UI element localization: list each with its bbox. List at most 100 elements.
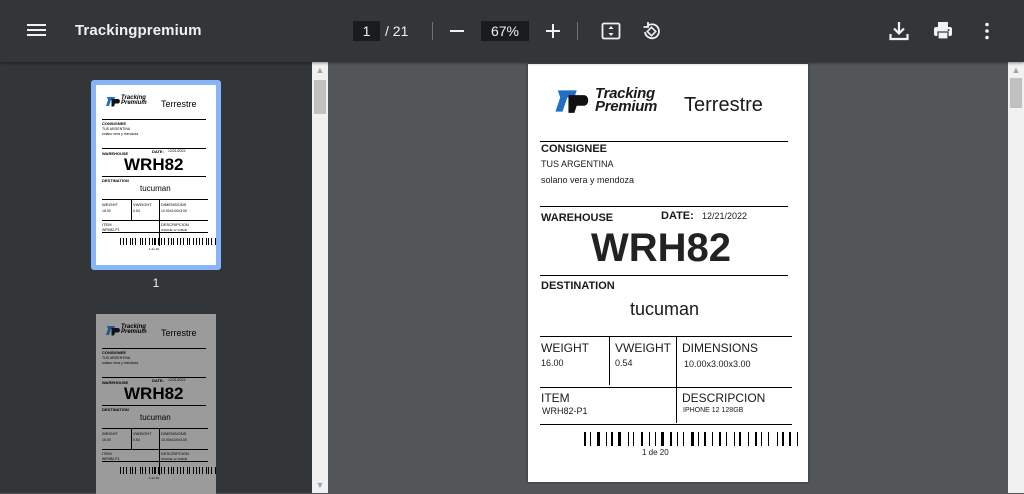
- vweight-label: VWEIGHT: [615, 341, 671, 355]
- barcode-bar: [137, 467, 138, 474]
- barcode-bar: [777, 432, 778, 446]
- date-value: 12/21/2022: [168, 378, 186, 382]
- thumbnail-page-2[interactable]: TrackingPremium Terrestre CONSIGNEE TUS …: [96, 314, 216, 494]
- barcode-bar: [126, 467, 127, 474]
- barcode-bar: [641, 432, 643, 446]
- barcode-bar: [135, 238, 136, 245]
- barcode-bar: [779, 432, 780, 446]
- barcode-bar: [681, 432, 682, 446]
- divider: [540, 206, 788, 207]
- scroll-down-icon[interactable]: ▼: [312, 477, 328, 493]
- thumbnail-page-1[interactable]: TrackingPremium Terrestre CONSIGNEE TUS …: [96, 85, 216, 265]
- page-number-input[interactable]: 1: [353, 21, 380, 41]
- barcode-bar: [137, 238, 138, 245]
- weight-value: 16.00: [102, 438, 111, 442]
- barcode-bar: [698, 432, 699, 446]
- barcode-bar: [645, 432, 646, 446]
- barcode-bar: [661, 432, 664, 446]
- divider: [102, 461, 208, 462]
- barcode-bar: [797, 432, 798, 446]
- rotate-icon[interactable]: [639, 19, 663, 43]
- dimensions-value: 10.00x3.00x3.00: [161, 209, 187, 213]
- zoom-in-icon[interactable]: [541, 19, 565, 43]
- barcode-bar: [702, 432, 703, 446]
- barcode-bar: [132, 467, 133, 474]
- divider: [102, 119, 206, 120]
- barcode-bar: [618, 432, 621, 446]
- barcode-bar: [590, 432, 591, 446]
- sidebar-scrollbar[interactable]: ▲ ▼: [312, 62, 328, 493]
- barcode-bar: [145, 238, 146, 245]
- barcode-bar: [793, 432, 794, 446]
- barcode-bar: [165, 467, 166, 474]
- barcode-bar: [666, 432, 667, 446]
- warehouse-number: WRH82: [124, 155, 184, 175]
- divider: [540, 387, 792, 388]
- barcode-bar: [691, 432, 694, 446]
- document-title: Trackingpremium: [75, 22, 202, 39]
- item-label: ITEM: [541, 391, 570, 405]
- barcode-bar: [771, 432, 774, 446]
- zoom-level-input[interactable]: 67%: [481, 21, 529, 41]
- barcode-bar: [649, 432, 650, 446]
- scrollbar-thumb[interactable]: [314, 80, 326, 114]
- destination-value: tucuman: [140, 184, 171, 193]
- piece-count: 1 de 20: [149, 476, 159, 480]
- dimensions-label: DIMENSIONS: [682, 341, 758, 355]
- barcode-bar: [616, 432, 617, 446]
- barcode-bar: [173, 467, 174, 474]
- barcode-bar: [659, 432, 660, 446]
- barcode-bar: [594, 432, 596, 446]
- barcode-bar: [704, 432, 706, 446]
- barcode-bar: [160, 467, 161, 474]
- weight-label: WEIGHT: [102, 431, 118, 436]
- consignee-name: TUS ARGENTINA: [102, 356, 130, 360]
- scroll-up-icon[interactable]: ▲: [312, 62, 328, 78]
- barcode-bar: [637, 432, 640, 446]
- fit-page-icon[interactable]: [599, 19, 623, 43]
- description-value: IPHONE 12 128GB: [683, 407, 743, 414]
- barcode-bar: [673, 432, 675, 446]
- scrollbar-thumb[interactable]: [1010, 78, 1022, 108]
- barcode-bar: [180, 238, 181, 245]
- barcode-bar: [744, 432, 747, 446]
- destination-value: tucuman: [630, 299, 699, 320]
- logo-icon: [106, 325, 120, 336]
- zoom-out-icon[interactable]: [445, 19, 469, 43]
- item-label: ITEM: [102, 451, 112, 456]
- divider: [102, 220, 208, 221]
- warehouse-label: WAREHOUSE: [541, 212, 613, 224]
- barcode-bar: [633, 432, 634, 446]
- barcode-bar: [178, 238, 179, 245]
- barcode-bar: [714, 432, 717, 446]
- description-label: DESCRIPCION: [161, 451, 189, 456]
- dimensions-label: DIMENSIONS: [161, 431, 186, 436]
- vweight-label: VWEIGHT: [133, 431, 152, 436]
- print-icon[interactable]: [931, 19, 955, 43]
- barcode-bar: [602, 432, 603, 446]
- menu-icon[interactable]: [26, 21, 48, 39]
- service-type: Terrestre: [684, 94, 763, 117]
- barcode-bar: [606, 432, 607, 446]
- barcode-bar: [211, 467, 212, 474]
- logo-icon: [552, 88, 592, 114]
- divider: [131, 199, 132, 220]
- weight-value: 16.00: [541, 358, 564, 368]
- consignee-label: CONSIGNEE: [102, 121, 126, 126]
- consignee-address: solano vera y mendoza: [541, 175, 634, 185]
- viewer-scrollbar[interactable]: ▲: [1008, 62, 1024, 493]
- barcode-bar: [154, 238, 155, 245]
- barcode-bar: [584, 432, 586, 446]
- scroll-up-icon[interactable]: ▲: [1008, 62, 1024, 78]
- logo-icon: [106, 96, 120, 107]
- vweight-value: 0.54: [615, 358, 633, 368]
- more-vert-icon[interactable]: [975, 19, 999, 43]
- vweight-label: VWEIGHT: [133, 202, 152, 207]
- destination-value: tucuman: [140, 413, 171, 422]
- download-icon[interactable]: [887, 19, 911, 43]
- barcode-bar: [165, 238, 166, 245]
- barcode-bar: [670, 432, 672, 446]
- divider: [540, 275, 788, 276]
- destination-label: DESTINATION: [541, 280, 615, 292]
- barcode-bar: [751, 432, 752, 446]
